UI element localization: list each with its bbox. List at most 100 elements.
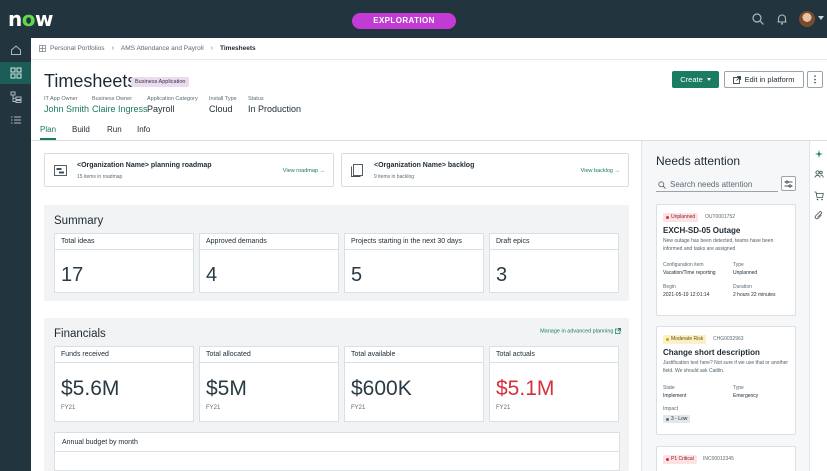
stat-funds-received[interactable]: Funds received $5.6M FY21 — [54, 346, 194, 422]
divider — [345, 362, 483, 363]
manage-advanced-planning-link[interactable]: Manage in advanced planning — [540, 328, 621, 334]
meta-install-type: Install Type Cloud — [209, 96, 237, 114]
field-label: Type — [733, 262, 744, 268]
stat-draft-epics[interactable]: Draft epics 3 — [489, 233, 619, 293]
fiscal-year: FY21 — [206, 405, 221, 411]
stat-value: $600K — [351, 377, 412, 400]
stat-label: Projects starting in the next 30 days — [351, 238, 462, 245]
external-link-icon — [615, 328, 621, 334]
meta-value-link[interactable]: John Smith — [44, 104, 89, 114]
roadmap-subtitle: 15 items in roadmap — [77, 174, 123, 180]
rail-hierarchy[interactable] — [0, 86, 31, 108]
now-logo[interactable]: now — [8, 7, 53, 31]
rail-grid[interactable] — [0, 62, 31, 84]
field-value: Vacation/Time reporting — [663, 270, 716, 276]
meta-application-category: Application Category Payroll — [147, 96, 198, 114]
field-label: Type — [733, 385, 744, 391]
stat-total-ideas[interactable]: Total ideas 17 — [54, 233, 194, 293]
stat-total-actuals[interactable]: Total actuals $5.1M FY21 — [489, 346, 619, 422]
fiscal-year: FY21 — [61, 405, 76, 411]
breadcrumb-current: Timesheets — [220, 45, 256, 52]
rail-home[interactable] — [0, 39, 31, 61]
tab-run[interactable]: Run — [107, 125, 122, 138]
view-roadmap-link[interactable]: View roadmap → — [283, 168, 325, 174]
attention-card-incident[interactable]: P1 Critical INC00012345 — [656, 446, 796, 471]
environment-badge: EXPLORATION — [352, 13, 456, 29]
portfolio-grid-icon — [39, 45, 46, 52]
breadcrumb-personal-portfolios[interactable]: Personal Portfolios — [50, 45, 105, 52]
meta-value: Payroll — [147, 104, 175, 114]
field-label: Impact — [663, 406, 679, 412]
attention-card-change[interactable]: Moderate Risk CHG0032963 Change short de… — [656, 326, 796, 435]
stat-value: $5M — [206, 377, 247, 400]
stat-total-available[interactable]: Total available $600K FY21 — [344, 346, 484, 422]
tab-plan[interactable]: Plan — [40, 125, 57, 140]
edit-button-label: Edit in platform — [744, 75, 795, 84]
budget-title: Annual budget by month — [62, 439, 138, 446]
meta-value: Cloud — [209, 104, 233, 114]
meta-label: Application Category — [147, 96, 198, 102]
create-button[interactable]: Create — [672, 71, 719, 88]
rail-list[interactable] — [0, 109, 31, 131]
roadmap-icon — [54, 164, 67, 177]
breadcrumb: Personal Portfolios › AMS Attendance and… — [31, 38, 827, 60]
user-avatar[interactable] — [799, 11, 815, 27]
breadcrumb-ams-attendance[interactable]: AMS Attendance and Payroll — [121, 45, 204, 52]
attention-card-outage[interactable]: Unplanned OUT0001752 EXCH-SD-05 Outage N… — [656, 204, 796, 316]
field-label: Configuration item — [663, 262, 704, 268]
tab-bar: Plan Build Run Info — [31, 123, 827, 141]
backlog-subtitle: 9 items in backlog — [374, 174, 415, 180]
roadmap-card[interactable]: <Organization Name> planning roadmap 15 … — [44, 153, 334, 187]
chevron-down-icon — [706, 78, 711, 81]
card-title: Change short description — [663, 348, 760, 357]
stat-total-allocated[interactable]: Total allocated $5M FY21 — [199, 346, 339, 422]
meta-it-app-owner: IT App Owner John Smith — [44, 96, 89, 114]
badge-label: Moderate Risk — [671, 336, 704, 342]
external-link-icon — [733, 75, 742, 84]
bell-icon[interactable] — [775, 12, 789, 26]
needs-attention-search[interactable]: Search needs attention — [656, 178, 778, 192]
stat-label: Total available — [351, 351, 396, 358]
meta-value: In Production — [248, 104, 302, 114]
fiscal-year: FY21 — [351, 405, 366, 411]
stat-value: 17 — [61, 264, 84, 286]
search-icon[interactable] — [751, 12, 765, 26]
page-title: Timesheets — [44, 71, 137, 91]
type-badge: Business Application — [131, 77, 190, 87]
stat-label: Total allocated — [206, 351, 251, 358]
divider — [55, 451, 619, 452]
stat-projects-starting[interactable]: Projects starting in the next 30 days 5 — [344, 233, 484, 293]
status-dot-icon — [666, 216, 669, 219]
meta-label: Status — [248, 96, 264, 102]
filter-button[interactable] — [781, 176, 796, 191]
sparkle-icon[interactable] — [814, 149, 824, 159]
status-dot-icon — [666, 458, 669, 461]
breadcrumb-separator: › — [111, 45, 114, 52]
record-number: CHG0032963 — [713, 336, 744, 342]
field-value: Implement — [663, 393, 687, 399]
backlog-icon — [351, 164, 364, 177]
badge-label: P1 Critical — [671, 456, 694, 462]
roadmap-title: <Organization Name> planning roadmap — [77, 162, 212, 169]
stat-approved-demands[interactable]: Approved demands 4 — [199, 233, 339, 293]
stat-value: 4 — [206, 264, 218, 286]
stat-label: Funds received — [61, 351, 109, 358]
paperclip-icon[interactable] — [814, 211, 824, 221]
caret-down-icon[interactable] — [818, 16, 824, 20]
edit-in-platform-button[interactable]: Edit in platform — [724, 71, 804, 88]
card-description: Justification text here? Not sure if we … — [663, 360, 789, 374]
people-icon[interactable] — [814, 169, 824, 179]
badge-label: Unplanned — [671, 214, 696, 220]
backlog-card[interactable]: <Organization Name> backlog 9 items in b… — [341, 153, 629, 187]
status-badge: P1 Critical — [663, 455, 697, 464]
tab-info[interactable]: Info — [137, 125, 150, 138]
divider — [490, 249, 618, 250]
stat-label: Total actuals — [496, 351, 535, 358]
view-backlog-link[interactable]: View backlog → — [581, 168, 620, 174]
cart-icon[interactable] — [814, 191, 824, 201]
summary-section: Summary Total ideas 17 Approved demands … — [44, 205, 629, 301]
more-actions-button[interactable]: ⋮ — [807, 71, 823, 88]
tab-build[interactable]: Build — [72, 125, 90, 138]
search-icon — [658, 180, 666, 189]
meta-value-link[interactable]: Claire Ingress — [92, 104, 148, 114]
